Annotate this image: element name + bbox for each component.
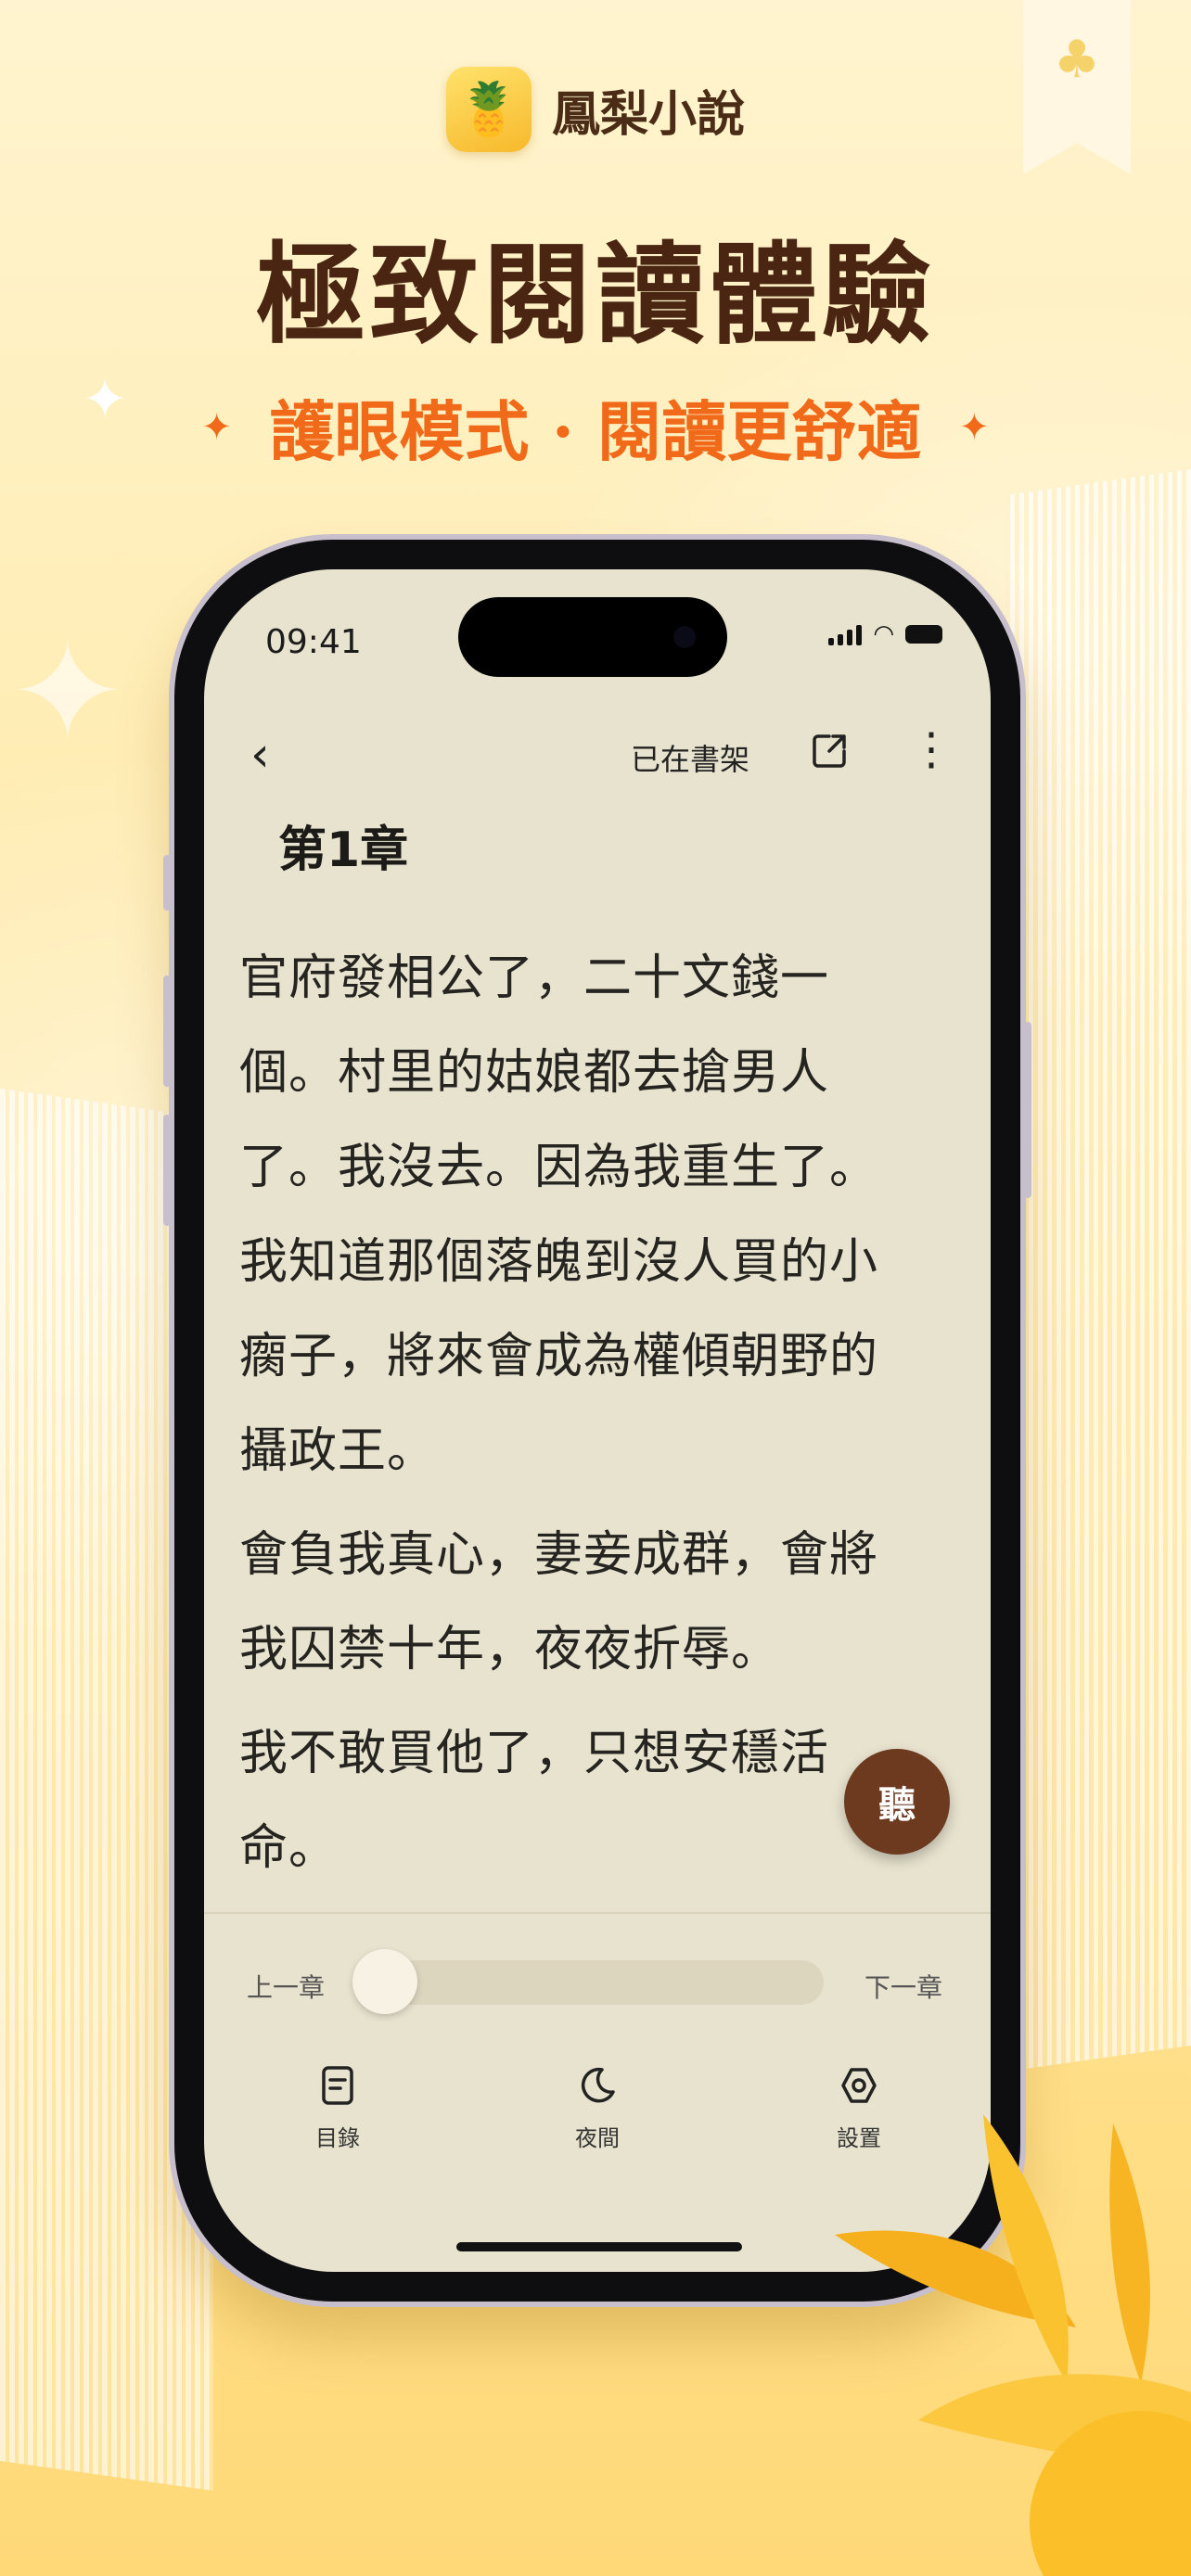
dynamic-island	[458, 597, 727, 677]
in-bookshelf-button[interactable]: 已在書架	[631, 736, 749, 779]
listen-button[interactable]: 聽	[844, 1749, 950, 1855]
status-icons: ◠	[828, 620, 942, 648]
tab-label: 目錄	[315, 2125, 360, 2151]
chapter-title: 第1章	[278, 823, 409, 878]
phone-side-button	[163, 1115, 171, 1226]
promo-subline: ✦ 護眼模式 · 閱讀更舒適 ✦	[0, 380, 1191, 474]
share-icon[interactable]	[811, 731, 850, 770]
promo-headline: 極致閱讀體驗	[255, 230, 935, 359]
chapter-content: 官府發相公了，二十文錢一個。村里的姑娘都去搶男人了。我沒去。因為我重生了。我知道…	[239, 931, 926, 1905]
pineapple-leaf-decoration	[835, 2114, 1191, 2576]
app-logo: 🍍	[445, 67, 531, 152]
back-icon[interactable]: ‹	[250, 731, 270, 779]
book-pages-right-decoration	[1005, 468, 1191, 2072]
brand-name: 鳳梨小說	[551, 85, 745, 143]
reader-top-bar: ‹ 已在書架 ⋮	[204, 718, 991, 792]
chapter-progress-slider[interactable]	[360, 1960, 824, 2005]
star-icon: ✦	[200, 405, 233, 449]
phone-side-button	[163, 976, 171, 1087]
divider	[204, 1912, 991, 1914]
next-chapter-button[interactable]: 下一章	[864, 1968, 942, 2005]
paragraph: 我不敢買他了，只想安穩活命。	[239, 1726, 830, 1876]
prev-chapter-button[interactable]: 上一章	[247, 1968, 325, 2005]
slider-handle[interactable]	[352, 1949, 417, 2014]
phone-mockup: 09:41 ◠ ‹ 已在書架 ⋮ 第1章 官府發相公了，二十文錢一個。村里的姑娘…	[163, 540, 1031, 2302]
tab-toc[interactable]: 目錄	[282, 2062, 393, 2152]
star-icon: ✦	[958, 405, 991, 449]
status-time: 09:41	[265, 623, 362, 661]
phone-side-button	[1024, 1022, 1031, 1198]
paragraph: 官府發相公了，二十文錢一個。村里的姑娘都去搶男人了。我沒去。因為我重生了。我知道…	[239, 950, 879, 1479]
toc-icon	[322, 2066, 353, 2105]
tab-night-mode[interactable]: 夜間	[542, 2062, 653, 2152]
battery-icon	[905, 625, 942, 644]
phone-side-button	[163, 855, 171, 911]
brand-header: 🍍 鳳梨小說	[0, 67, 1191, 152]
subline-text: 護眼模式 · 閱讀更舒適	[269, 393, 922, 470]
paragraph: 會負我真心，妻妾成群，會將我囚禁十年，夜夜折辱。	[239, 1527, 879, 1677]
signal-icon	[828, 623, 863, 645]
front-camera	[673, 626, 696, 648]
reader-screen: 09:41 ◠ ‹ 已在書架 ⋮ 第1章 官府發相公了，二十文錢一個。村里的姑娘…	[204, 569, 991, 2272]
sparkle-icon: ✦	[9, 612, 126, 773]
home-indicator	[456, 2242, 742, 2251]
more-options-icon[interactable]: ⋮	[909, 727, 954, 772]
moon-icon	[581, 2067, 615, 2103]
wifi-icon: ◠	[873, 620, 894, 648]
tab-label: 夜間	[575, 2125, 620, 2151]
